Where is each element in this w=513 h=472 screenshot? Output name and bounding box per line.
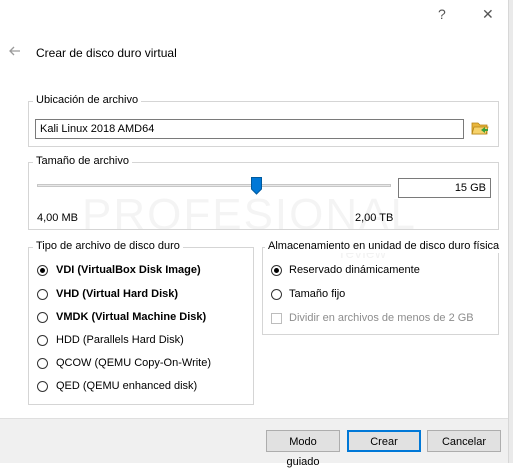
size-max-label: 2,00 TB [355, 212, 394, 224]
fixed-label[interactable]: Tamaño fijo [289, 288, 345, 301]
back-arrow-icon[interactable] [8, 44, 22, 58]
cancel-button[interactable]: Cancelar [427, 430, 501, 452]
create-button[interactable]: Crear [347, 430, 421, 452]
qcow-label[interactable]: QCOW (QEMU Copy-On-Write) [56, 357, 211, 370]
guided-mode-button[interactable]: Modo guiado [266, 430, 340, 468]
split-checkbox[interactable] [271, 313, 282, 324]
qed-label[interactable]: QED (QEMU enhanced disk) [56, 380, 197, 393]
wizard-title: Crear de disco duro virtual [36, 46, 177, 60]
disk-type-legend: Tipo de archivo de disco duro [33, 240, 183, 253]
size-input[interactable]: 15 GB [398, 178, 491, 198]
storage-legend: Almacenamiento en unidad de disco duro f… [265, 240, 503, 253]
vhd-label[interactable]: VHD (Virtual Hard Disk) [56, 288, 178, 301]
vdi-label[interactable]: VDI (VirtualBox Disk Image) [56, 264, 201, 277]
close-button[interactable]: ✕ [482, 6, 494, 22]
vmdk-label[interactable]: VMDK (Virtual Machine Disk) [56, 311, 206, 324]
size-legend: Tamaño de archivo [33, 155, 132, 168]
radio-qcow[interactable] [37, 358, 48, 369]
size-min-label: 4,00 MB [37, 212, 78, 224]
location-legend: Ubicación de archivo [33, 94, 142, 107]
size-slider-thumb[interactable] [250, 177, 262, 195]
radio-dynamic[interactable] [271, 265, 282, 276]
hdd-label[interactable]: HDD (Parallels Hard Disk) [56, 334, 184, 347]
radio-qed[interactable] [37, 381, 48, 392]
radio-vdi[interactable] [37, 265, 48, 276]
help-button[interactable]: ? [438, 6, 446, 22]
radio-vhd[interactable] [37, 289, 48, 300]
dynamic-label[interactable]: Reservado dinámicamente [289, 264, 420, 277]
radio-vmdk[interactable] [37, 312, 48, 323]
location-input[interactable]: Kali Linux 2018 AMD64 [35, 119, 464, 139]
split-label: Dividir en archivos de menos de 2 GB [289, 312, 474, 324]
window-edge [508, 0, 513, 463]
radio-hdd[interactable] [37, 335, 48, 346]
radio-fixed[interactable] [271, 289, 282, 300]
size-slider-track[interactable] [37, 184, 391, 187]
folder-browse-icon[interactable] [471, 119, 489, 136]
